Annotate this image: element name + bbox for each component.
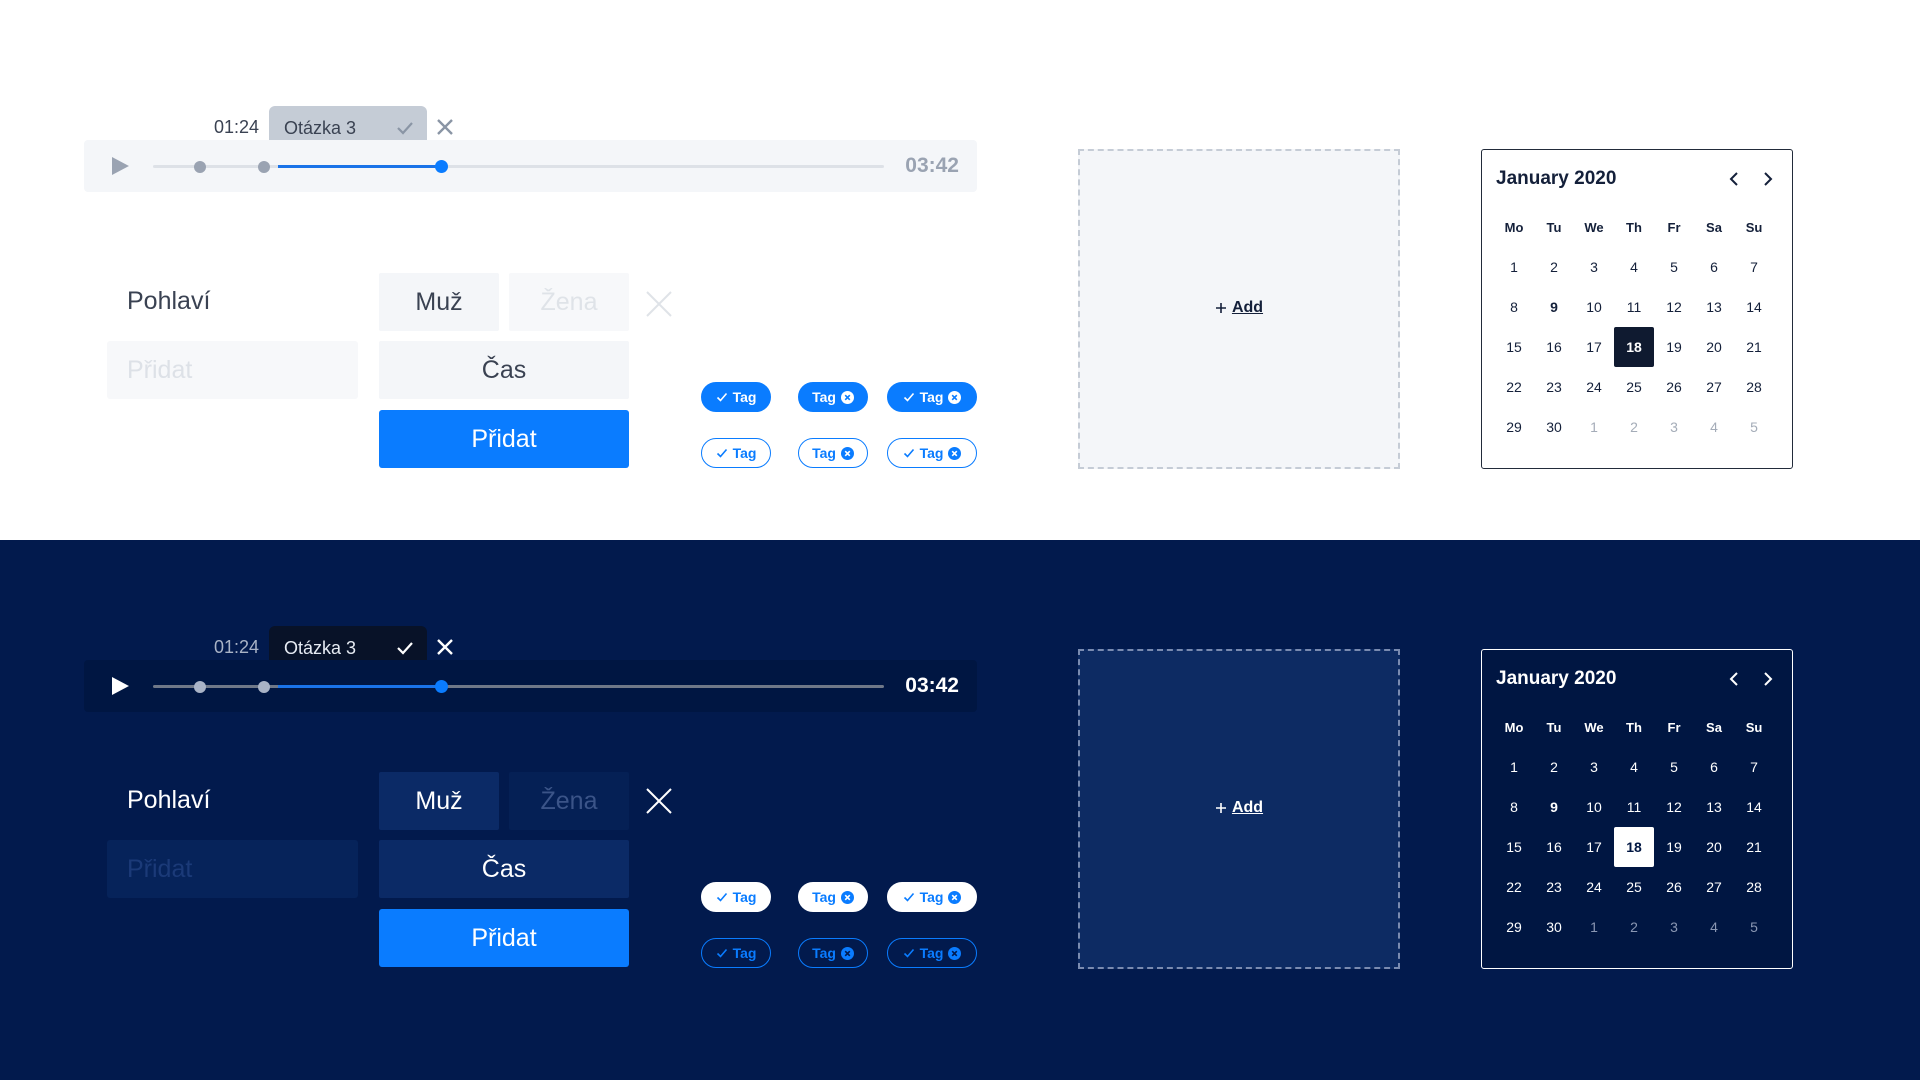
calendar-day[interactable]: 23 [1534,867,1574,907]
calendar-day[interactable]: 15 [1494,827,1534,867]
weekday-header: Th [1626,719,1642,735]
tag-label: Tag [919,889,944,905]
option-female-button[interactable]: Žena [509,772,629,830]
calendar-day[interactable]: 3 [1654,907,1694,947]
calendar-day[interactable]: 29 [1494,907,1534,947]
calendar-day[interactable]: 16 [1534,827,1574,867]
tag-label: Tag [812,889,836,905]
add-link[interactable]: Add [1080,799,1398,817]
check-icon [716,892,727,902]
calendar-day[interactable]: 2 [1534,747,1574,787]
calendar-title: January 2020 [1496,668,1617,689]
calendar-day[interactable]: 11 [1614,787,1654,827]
weekday-header: Su [1745,719,1763,735]
remove-icon[interactable] [948,946,962,960]
calendar-day[interactable]: 9 [1534,787,1574,827]
option-male-button[interactable]: Muž [379,772,499,830]
check-icon [903,892,914,902]
tag-chip[interactable]: Tag [798,938,868,968]
check-icon [903,948,914,958]
tag-label: Tag [732,945,757,961]
chevron-left-icon[interactable] [1726,670,1744,688]
tag-chip[interactable]: Tag [798,882,868,912]
calendar-day[interactable]: 4 [1614,747,1654,787]
remove-icon[interactable] [840,890,854,904]
close-icon[interactable] [434,636,456,658]
tag-chip[interactable]: Tag [701,882,771,912]
calendar-day[interactable]: 7 [1734,747,1774,787]
calendar-day[interactable]: 5 [1654,747,1694,787]
gender-label: Pohlaví [127,786,211,814]
progress-thumb[interactable] [435,680,448,693]
calendar-day[interactable]: 24 [1574,867,1614,907]
tag-label: Tag [732,889,757,905]
calendar-day[interactable]: 20 [1694,827,1734,867]
play-icon[interactable] [109,675,131,697]
calendar-day[interactable]: 27 [1694,867,1734,907]
tag-chip[interactable]: Tag [701,938,771,968]
weekday-header: Mo [1504,719,1524,735]
calendar-day[interactable]: 14 [1734,787,1774,827]
timeline-marker[interactable] [258,681,270,693]
current-time: 01:24 [214,637,260,657]
calendar-day[interactable]: 17 [1574,827,1614,867]
calendar-day[interactable]: 4 [1694,907,1734,947]
calendar-day[interactable]: 1 [1574,907,1614,947]
remove-icon[interactable] [840,946,854,960]
calendar-day[interactable]: 25 [1614,867,1654,907]
plus-icon [1215,803,1226,813]
weekday-header: Tu [1546,719,1562,735]
tag-label: Tag [919,945,944,961]
calendar-day[interactable]: 21 [1734,827,1774,867]
close-icon[interactable] [645,787,673,815]
calendar-day[interactable]: 19 [1654,827,1694,867]
calendar-day[interactable]: 5 [1734,907,1774,947]
weekday-header: We [1584,719,1604,735]
total-time: 03:42 [905,674,959,697]
calendar-day[interactable]: 26 [1654,867,1694,907]
calendar-day[interactable]: 3 [1574,747,1614,787]
calendar-day[interactable]: 22 [1494,867,1534,907]
dark-theme-panel: 01:24 Otázka 3 03:42 Pohlaví Muž Žena Př… [0,540,1920,1080]
calendar-day[interactable]: 12 [1654,787,1694,827]
check-icon [716,948,727,958]
add-label: Add [1231,799,1264,816]
tag-chip[interactable]: Tag [887,938,977,968]
calendar-day[interactable]: 6 [1694,747,1734,787]
calendar-day[interactable]: 1 [1494,747,1534,787]
question-label: Otázka 3 [284,638,357,658]
weekday-header: Fr [1667,719,1681,735]
calendar-day[interactable]: 28 [1734,867,1774,907]
calendar-day[interactable]: 13 [1694,787,1734,827]
tag-label: Tag [812,945,836,961]
remove-icon[interactable] [948,890,962,904]
time-field[interactable]: Čas [379,840,629,898]
check-icon[interactable] [395,638,415,658]
timeline-marker[interactable] [194,681,206,693]
tag-chip[interactable]: Tag [887,882,977,912]
calendar-day[interactable]: 30 [1534,907,1574,947]
calendar-day[interactable]: 10 [1574,787,1614,827]
calendar-day[interactable]: 2 [1614,907,1654,947]
audio-player: 03:42 [84,660,977,712]
progress-fill [278,685,442,688]
calendar-day-selected[interactable]: 18 [1614,827,1654,867]
chevron-right-icon[interactable] [1758,670,1776,688]
submit-button[interactable]: Přidat [379,909,629,967]
add-dropzone[interactable]: Add [1078,649,1400,969]
add-input[interactable]: Přidat [107,840,358,898]
calendar-day[interactable]: 8 [1494,787,1534,827]
calendar: January 2020 Mo Tu We Th Fr Sa Su 1 2 3 4 5 6 7 8 9 10 11… [1481,649,1793,969]
weekday-header: Sa [1706,719,1722,735]
calendar-grid: Mo Tu We Th Fr Sa Su 1 2 3 4 5 6 7 8 9 10 11 12 13 14 15 16 17 1… [1494,707,1774,947]
